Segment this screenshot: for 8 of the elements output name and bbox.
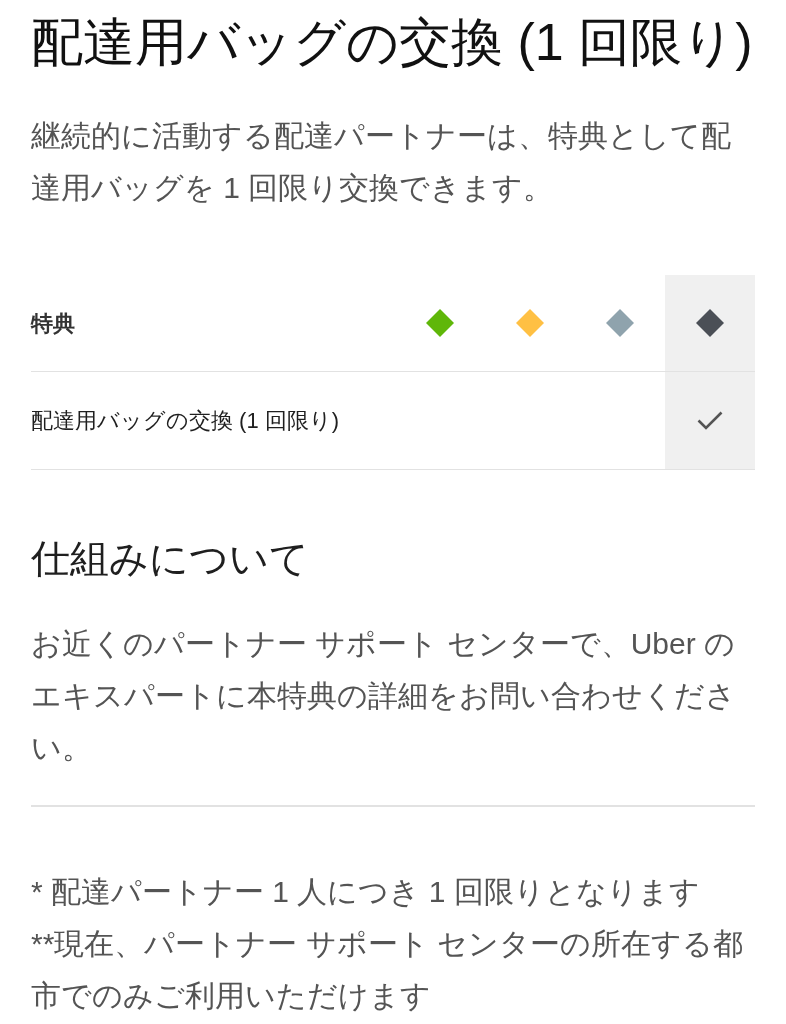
intro-text: 継続的に活動する配達パートナーは、特典として配達用バッグを 1 回限り交換できます。 <box>31 118 732 206</box>
page-title: 配達用バッグの交換 (1 回限り) <box>31 12 754 73</box>
footnote-text: * 配達パートナー 1 人につき 1 回限りとなります <box>31 874 701 910</box>
section-body-text: お近くのパートナー サポート センターで、Uber のエキスパートに本特典の詳細をお問い合わせください。 <box>31 626 737 766</box>
table-row-label: 配達用バッグの交換 (1 回限り) <box>31 407 340 435</box>
table-header-label: 特典 <box>31 309 75 338</box>
section-heading: 仕組みについて <box>31 536 310 582</box>
footnote-text: **現在、パートナー サポート センターの所在する都市でのみご利用いただけます <box>31 926 745 1014</box>
